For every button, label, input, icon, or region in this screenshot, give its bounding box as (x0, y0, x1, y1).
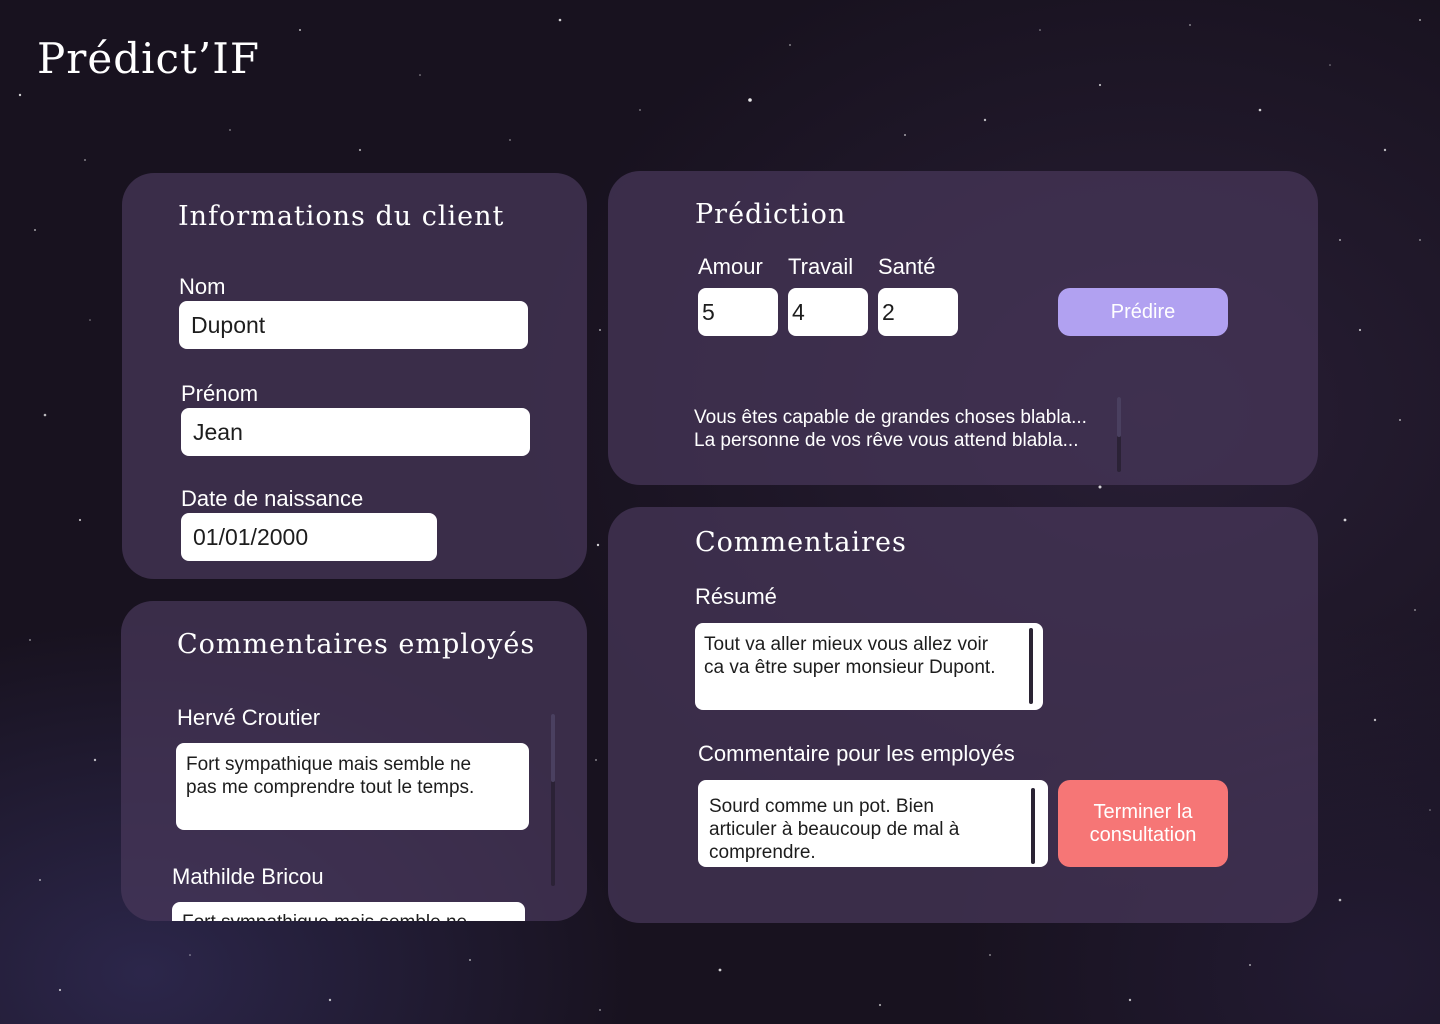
end-consultation-label-line: Terminer la (1093, 800, 1193, 823)
prediction-result: Vous êtes capable de grandes choses blab… (694, 406, 1087, 452)
employee-comment-textarea[interactable]: Sourd comme un pot. Bien articuler à bea… (698, 780, 1048, 867)
app-logo-title: Prédict’IF (37, 34, 260, 83)
prediction-title: Prédiction (695, 199, 847, 230)
summary-line: Tout va aller mieux vous allez voir (704, 634, 989, 655)
comment-line: Fort sympathique mais semble ne (186, 754, 472, 775)
travail-label: Travail (788, 254, 854, 279)
employee-comment-scrollbar[interactable] (1031, 788, 1035, 864)
summary-textarea[interactable]: Tout va aller mieux vous allez voir ca v… (695, 623, 1043, 710)
sante-input[interactable]: 2 (878, 288, 958, 336)
client-info-title: Informations du client (178, 201, 505, 232)
prenom-label: Prénom (181, 381, 259, 406)
employee-comment-line: Sourd comme un pot. Bien (709, 796, 934, 817)
summary-scrollbar[interactable] (1029, 628, 1033, 704)
amour-input[interactable]: 5 (698, 288, 778, 336)
prediction-result-line: La personne de vos rêve vous attend blab… (694, 430, 1079, 451)
summary-line: ca va être super monsieur Dupont. (704, 657, 996, 678)
travail-input[interactable]: 4 (788, 288, 868, 336)
comment-author: Mathilde Bricou (172, 864, 324, 889)
employee-comment-line: articuler à beaucoup de mal à (709, 819, 960, 840)
nom-input[interactable]: Dupont (179, 301, 528, 349)
employee-comments-card: Commentaires employés Hervé Croutier For… (121, 601, 587, 921)
comment-line: pas me comprendre tout le temps. (186, 777, 475, 798)
employee-comment-line: comprendre. (709, 842, 816, 863)
employee-comment-box[interactable]: Fort sympathique mais semble ne (172, 902, 525, 921)
comment-author: Hervé Croutier (177, 705, 321, 730)
prediction-result-line: Vous êtes capable de grandes choses blab… (694, 407, 1087, 428)
employee-comment-label: Commentaire pour les employés (698, 741, 1015, 766)
sante-label: Santé (878, 254, 936, 279)
comments-card: Commentaires Résumé Tout va aller mieux … (608, 507, 1318, 923)
employee-comments-title: Commentaires employés (177, 629, 536, 660)
comment-line: Fort sympathique mais semble ne (182, 911, 467, 921)
birthdate-input[interactable]: 01/01/2000 (181, 513, 437, 561)
prediction-card: Prédiction Amour Travail Santé 5 4 2 Pré… (608, 171, 1318, 485)
predict-button[interactable]: Prédire (1058, 288, 1228, 336)
summary-label: Résumé (695, 584, 777, 609)
prediction-scrollbar-thumb[interactable] (1117, 397, 1121, 437)
prenom-input[interactable]: Jean (181, 408, 530, 456)
employee-comment-box[interactable]: Fort sympathique mais semble ne pas me c… (176, 743, 529, 830)
end-consultation-label-line: consultation (1089, 823, 1197, 846)
client-info-card: Informations du client Nom Dupont Prénom… (122, 173, 587, 579)
nom-label: Nom (179, 274, 226, 299)
end-consultation-button[interactable]: Terminer la consultation (1058, 780, 1228, 867)
employee-comments-scrollbar-thumb[interactable] (551, 714, 555, 782)
amour-label: Amour (698, 254, 763, 279)
comments-title: Commentaires (695, 527, 907, 558)
birthdate-label: Date de naissance (181, 486, 364, 511)
